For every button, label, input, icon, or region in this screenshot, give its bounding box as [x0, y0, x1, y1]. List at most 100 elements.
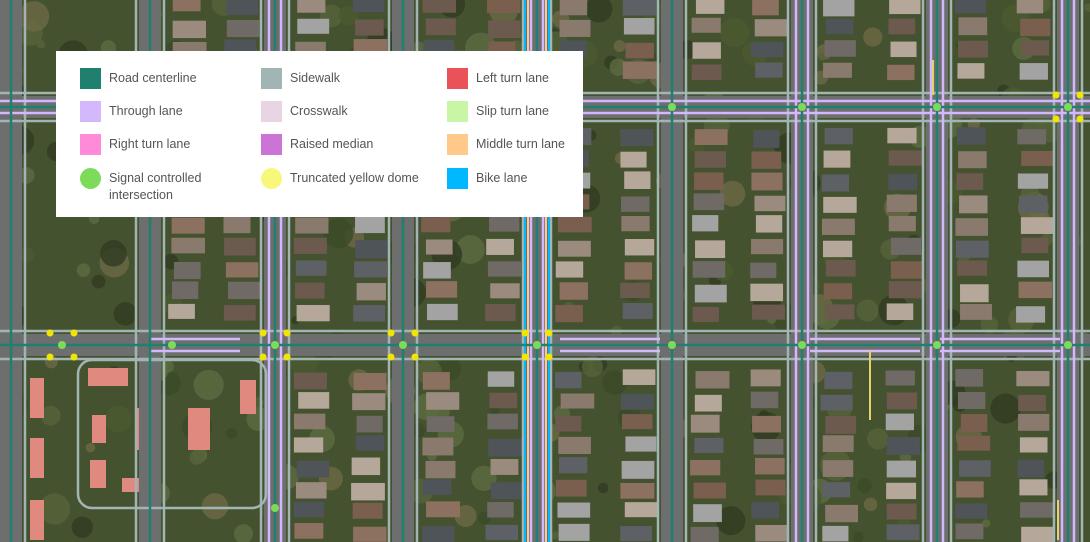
- house: [351, 482, 385, 501]
- house: [489, 216, 520, 232]
- house: [296, 460, 330, 478]
- sidewalk-swatch: [261, 68, 282, 89]
- legend-item-through-lane: Through lane: [80, 101, 229, 122]
- house: [1021, 150, 1054, 167]
- signal-controlled-intersection-marker: [668, 103, 676, 111]
- house: [624, 502, 658, 518]
- house: [1016, 371, 1050, 387]
- legend-label: Crosswalk: [290, 104, 348, 118]
- house: [695, 240, 726, 259]
- house: [693, 504, 722, 523]
- legend-item-bike-lane: Bike lane: [447, 168, 596, 189]
- house: [1019, 479, 1048, 496]
- house: [1017, 173, 1049, 189]
- house: [620, 151, 647, 168]
- house: [487, 413, 518, 430]
- truncated-yellow-dome-marker: [1076, 91, 1084, 99]
- house: [885, 370, 915, 386]
- house: [890, 41, 917, 58]
- house: [351, 457, 381, 476]
- house: [1021, 40, 1050, 56]
- truncated-yellow-dome-marker: [283, 329, 291, 337]
- truncated-yellow-dome-marker: [259, 329, 267, 337]
- middle-turn-lane-swatch: [447, 134, 468, 155]
- house: [228, 281, 261, 300]
- truncated-yellow-dome-marker: [1052, 115, 1060, 123]
- tree-canopy: [113, 302, 138, 326]
- house: [171, 217, 205, 234]
- signal-controlled-intersection-marker: [533, 341, 541, 349]
- house: [692, 42, 721, 59]
- house: [486, 0, 521, 14]
- house: [956, 173, 984, 190]
- tree-canopy: [76, 263, 91, 278]
- crosswalk-swatch: [261, 101, 282, 122]
- house: [750, 369, 781, 387]
- house: [751, 304, 786, 320]
- legend-label: Slip turn lane: [476, 104, 549, 118]
- house: [955, 523, 984, 540]
- house: [555, 479, 587, 497]
- house: [620, 526, 652, 542]
- house: [352, 0, 385, 13]
- legend-item-left-turn-lane: Left turn lane: [447, 68, 596, 89]
- house: [957, 435, 991, 451]
- house: [488, 438, 523, 457]
- house: [1017, 459, 1045, 478]
- house: [752, 415, 781, 433]
- house: [821, 174, 849, 192]
- house: [888, 18, 916, 35]
- house: [955, 503, 988, 519]
- house: [293, 437, 324, 453]
- road-centerline-swatch: [80, 68, 101, 89]
- house: [354, 261, 388, 278]
- through-lane-swatch: [80, 101, 101, 122]
- house: [1019, 63, 1048, 80]
- house: [694, 437, 724, 454]
- legend-label: Signal controlled intersection: [109, 171, 202, 202]
- house: [352, 502, 383, 519]
- legend-label: Right turn lane: [109, 137, 191, 151]
- house: [955, 218, 988, 236]
- truncated-yellow-dome-marker: [411, 353, 419, 361]
- house: [559, 0, 588, 16]
- house: [558, 240, 591, 257]
- house: [694, 284, 727, 303]
- house: [957, 260, 988, 276]
- house: [625, 42, 654, 59]
- house: [293, 372, 327, 390]
- house: [297, 0, 326, 13]
- house: [694, 129, 728, 146]
- signal-controlled-intersection-marker: [168, 341, 176, 349]
- house: [559, 19, 591, 37]
- map-legend: Road centerline Through lane Right turn …: [56, 51, 583, 217]
- house: [752, 0, 779, 16]
- apartment-building: [30, 378, 44, 418]
- house: [488, 20, 521, 39]
- truncated-yellow-dome-marker: [1076, 115, 1084, 123]
- truncated-yellow-dome-marker: [70, 353, 78, 361]
- house: [425, 239, 453, 255]
- house: [298, 392, 330, 409]
- house: [824, 304, 855, 320]
- tree-canopy: [18, 1, 50, 32]
- house: [887, 64, 915, 81]
- tree-canopy: [71, 516, 93, 538]
- truncated-yellow-dome-marker: [283, 353, 291, 361]
- house: [620, 129, 654, 147]
- house: [172, 20, 206, 39]
- tree-canopy: [104, 405, 132, 433]
- signal-controlled-intersection-marker: [271, 341, 279, 349]
- house: [425, 460, 456, 479]
- house: [486, 238, 514, 255]
- signal-controlled-intersection-marker: [798, 341, 806, 349]
- apartment-building: [30, 500, 44, 540]
- house: [622, 61, 657, 79]
- signal-controlled-intersection-marker: [933, 103, 941, 111]
- signal-controlled-intersection-marker: [798, 103, 806, 111]
- house: [825, 504, 859, 523]
- house: [695, 0, 725, 14]
- house: [620, 394, 654, 410]
- house: [172, 0, 201, 12]
- house: [422, 479, 452, 495]
